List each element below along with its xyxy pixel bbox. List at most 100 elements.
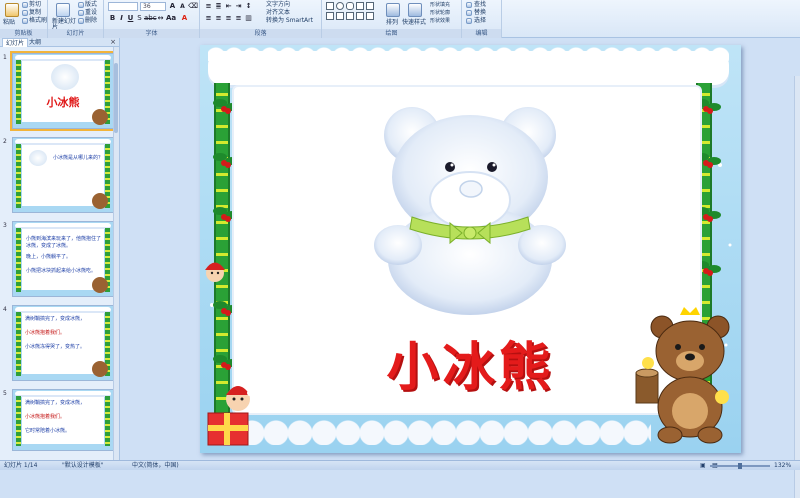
font-color-icon[interactable]: A <box>180 14 189 23</box>
text-direction-button[interactable]: 文字方向 <box>266 1 290 9</box>
tab-outline[interactable]: 大纲 <box>26 38 44 47</box>
shape-more-icon[interactable] <box>366 12 374 20</box>
convert-smartart-button[interactable]: 转换为 SmartArt <box>266 17 313 25</box>
font-group: 36 A A ⌫ B I U S abc ↔ Aa A 字体 <box>104 0 200 38</box>
shape-line-icon[interactable] <box>356 2 364 10</box>
slide-thumb-image[interactable]: 小熊到海滨来玩来了，他熊抱住了冰熊，变成了冰熊。 晚上，小熊躺平了。 小熊把冰块… <box>12 221 114 297</box>
align-left-icon[interactable]: ≡ <box>204 14 213 23</box>
italic-icon[interactable]: I <box>117 14 126 23</box>
decrease-indent-icon[interactable]: ⇤ <box>224 2 233 11</box>
pane-scrollbar[interactable] <box>113 47 119 460</box>
pane-tabs: 幻灯片 大纲 × <box>0 38 119 47</box>
current-slide[interactable]: 小冰熊 <box>200 45 741 453</box>
align-text-button[interactable]: 对齐文本 <box>266 9 290 17</box>
shape-star-icon[interactable] <box>336 12 344 20</box>
replace-button[interactable]: 替换 <box>474 9 486 17</box>
arrange-button[interactable]: 排列 <box>386 19 398 27</box>
shadow-icon[interactable]: S <box>135 14 144 23</box>
cut-button[interactable]: 剪切 <box>29 1 41 9</box>
delete-button[interactable]: 删除 <box>85 17 97 25</box>
santa-small-image <box>205 262 225 282</box>
reset-icon[interactable] <box>78 10 84 16</box>
shrink-font-icon[interactable]: A <box>178 2 187 11</box>
columns-icon[interactable]: ▥ <box>244 14 253 23</box>
char-spacing-icon[interactable]: ↔ <box>156 14 165 23</box>
line-spacing-icon[interactable]: ↕ <box>244 2 253 11</box>
copy-icon[interactable] <box>22 10 28 16</box>
slide-thumb-image[interactable]: 小冰熊是从哪儿来的？ <box>12 137 114 213</box>
shape-rounded-icon[interactable] <box>346 2 354 10</box>
bold-icon[interactable]: B <box>108 14 117 23</box>
shape-fill-button[interactable]: 形状填充 <box>430 1 450 9</box>
layout-icon[interactable] <box>78 2 84 8</box>
layout-button[interactable]: 版式 <box>85 1 97 9</box>
paste-button[interactable]: 粘贴 <box>3 19 15 27</box>
polar-bear-image[interactable] <box>370 105 570 315</box>
find-button[interactable]: 查找 <box>474 1 486 9</box>
shape-rectangle-icon[interactable] <box>326 2 334 10</box>
thumb-pillar-left <box>16 228 21 292</box>
replace-icon[interactable] <box>466 10 472 16</box>
change-case-icon[interactable]: Aa <box>166 14 176 23</box>
vertical-scrollbar[interactable] <box>794 76 800 498</box>
reset-button[interactable]: 重设 <box>85 9 97 17</box>
format-painter-icon[interactable] <box>22 18 28 24</box>
tab-slides[interactable]: 幻灯片 <box>2 38 29 47</box>
thumb-text: 小冰熊冻得哭了，变热了。 <box>25 344 86 350</box>
thumb-text: 小熊到海滨来玩来了，他熊抱住了冰熊，变成了冰熊。 <box>26 236 102 249</box>
slide-thumb-image[interactable]: 满树鞘搞完了，变成冰熊， 小冰熊抱着我们。 它时常陪着小冰熊。 <box>12 389 114 451</box>
drawing-group: 排列 快速样式 形状填充 形状轮廓 形状效果 绘图 <box>322 0 462 38</box>
slide-thumb-image[interactable]: 小冰熊 <box>10 51 116 131</box>
drawing-group-label: 绘图 <box>322 29 461 38</box>
align-center-icon[interactable]: ≡ <box>214 14 223 23</box>
slide-editing-area: 小冰熊 <box>121 38 800 498</box>
delete-icon[interactable] <box>78 18 84 24</box>
font-name-combo[interactable] <box>108 2 138 11</box>
shape-effects-button[interactable]: 形状效果 <box>430 17 450 25</box>
clear-format-icon[interactable]: ⌫ <box>188 2 198 11</box>
shape-callout-icon[interactable] <box>346 12 354 20</box>
shape-outline-button[interactable]: 形状轮廓 <box>430 9 450 17</box>
clipboard-group-label: 剪贴板 <box>0 29 47 38</box>
select-icon[interactable] <box>466 18 472 24</box>
ribbon: 粘贴 剪切 复制 格式刷 剪贴板 新建幻灯片 版式 重设 删除 幻灯片 36 A… <box>0 0 800 38</box>
paste-icon[interactable] <box>5 3 19 17</box>
shape-triangle-icon[interactable] <box>326 12 334 20</box>
arrange-icon[interactable] <box>386 3 400 17</box>
shape-brace-icon[interactable] <box>356 12 364 20</box>
numbering-icon[interactable]: ≣ <box>214 2 223 11</box>
cut-icon[interactable] <box>22 2 28 8</box>
thumb-pillar-right <box>105 396 110 446</box>
shape-oval-icon[interactable] <box>336 2 344 10</box>
pane-scroll-thumb[interactable] <box>114 63 118 133</box>
select-button[interactable]: 选择 <box>474 17 486 25</box>
status-bar: 幻灯片 1/14 "默认设计模板" 中文(简体，中国) ▣ ▦ 132% <box>0 460 800 470</box>
copy-button[interactable]: 复制 <box>29 9 41 17</box>
increase-indent-icon[interactable]: ⇥ <box>234 2 243 11</box>
quick-styles-icon[interactable] <box>408 3 422 17</box>
underline-icon[interactable]: U <box>126 14 135 23</box>
slides-pane: 幻灯片 大纲 × 1 小冰熊 2 小冰熊是从哪儿来的？ 3 小熊到海滨来玩来了，… <box>0 38 120 460</box>
find-icon[interactable] <box>466 2 472 8</box>
grow-font-icon[interactable]: A <box>168 2 177 11</box>
thumb-teddy-bear-image <box>92 277 108 293</box>
shape-arrow-icon[interactable] <box>366 2 374 10</box>
new-slide-icon[interactable] <box>56 3 70 17</box>
bullets-icon[interactable]: ≡ <box>204 2 213 11</box>
thumb-text: 它时常陪着小冰熊。 <box>25 428 71 434</box>
thumb-pillar-left <box>16 312 21 376</box>
font-size-combo[interactable]: 36 <box>140 2 166 11</box>
snow-bottom-decoration <box>240 417 651 445</box>
thumb-text: 小熊把冰块抓起来给小冰熊吃。 <box>26 268 97 274</box>
thumb-text: 小冰熊抱着我们。 <box>25 414 66 420</box>
strikethrough-icon[interactable]: abc <box>144 14 157 23</box>
editing-group: 查找 替换 选择 编辑 <box>462 0 502 38</box>
close-icon[interactable]: × <box>110 38 116 47</box>
justify-icon[interactable]: ≡ <box>234 14 243 23</box>
align-right-icon[interactable]: ≡ <box>224 14 233 23</box>
slide-thumb-image[interactable]: 满树鞘搞完了，变成冰熊， 小冰熊抱着我们。 小冰熊冻得哭了，变热了。 <box>12 305 114 381</box>
format-painter-button[interactable]: 格式刷 <box>29 17 47 25</box>
zoom-slider-knob[interactable] <box>738 463 742 469</box>
slides-group: 新建幻灯片 版式 重设 删除 幻灯片 <box>48 0 104 38</box>
quick-styles-button[interactable]: 快速样式 <box>402 19 426 27</box>
